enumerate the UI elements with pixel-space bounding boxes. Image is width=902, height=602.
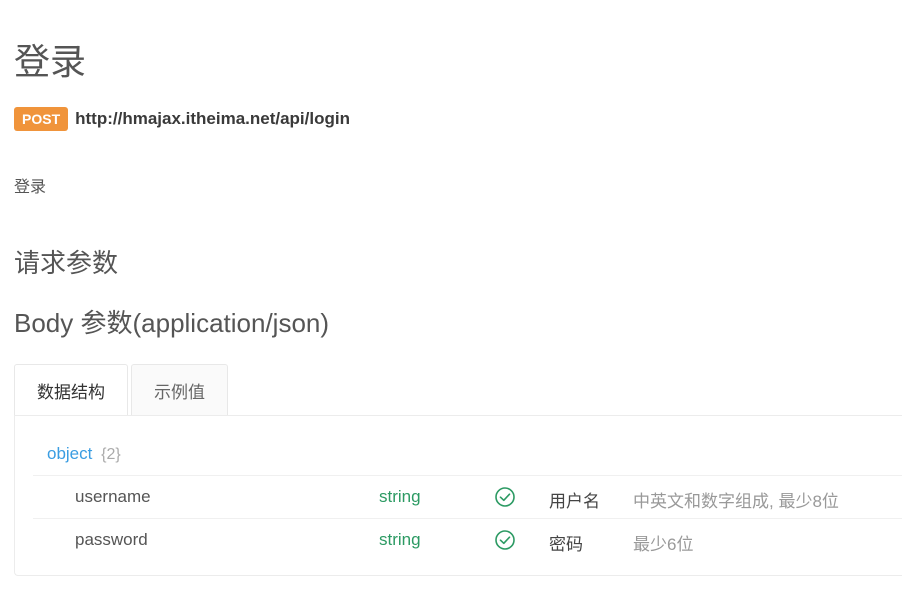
field-name: username: [75, 487, 151, 506]
object-field-count: {2}: [101, 446, 121, 463]
object-type-label: object: [47, 444, 93, 463]
tab-bar: 数据结构 示例值: [14, 364, 231, 415]
page-title: 登录: [14, 41, 87, 83]
field-name: password: [75, 530, 148, 549]
body-params-heading: Body 参数(application/json): [14, 308, 330, 338]
tab-example-value[interactable]: 示例值: [131, 364, 228, 415]
tab-data-structure[interactable]: 数据结构: [14, 364, 128, 415]
endpoint-description: 登录: [14, 179, 47, 196]
data-structure-panel: object {2} username string 用户名 中英文和数字组成,…: [14, 415, 902, 576]
table-row: username string 用户名 中英文和数字组成, 最少8位: [33, 475, 902, 518]
endpoint: POST http://hmajax.itheima.net/api/login: [14, 107, 350, 131]
schema-root[interactable]: object {2}: [47, 444, 121, 464]
table-row: password string 密码 最少6位: [33, 518, 902, 561]
field-label: 密码: [549, 535, 583, 554]
field-type: string: [379, 487, 421, 506]
field-label: 用户名: [549, 492, 600, 511]
schema-panel: 数据结构 示例值 object {2} username string 用户名 …: [14, 364, 902, 576]
check-circle-icon: [495, 487, 515, 507]
field-description: 最少6位: [633, 535, 694, 554]
endpoint-url[interactable]: http://hmajax.itheima.net/api/login: [75, 109, 350, 129]
method-badge: POST: [14, 107, 69, 131]
request-params-heading: 请求参数: [14, 248, 119, 278]
field-type: string: [379, 530, 421, 549]
field-description: 中英文和数字组成, 最少8位: [633, 492, 839, 511]
check-circle-icon: [495, 530, 515, 550]
